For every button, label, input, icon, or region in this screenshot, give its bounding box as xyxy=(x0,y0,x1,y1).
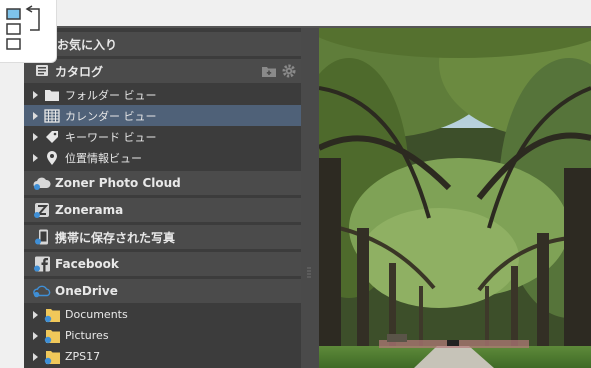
expand-arrow-icon[interactable] xyxy=(33,331,38,340)
onedrive-item-label: ZPS17 xyxy=(65,350,101,363)
onedrive-item-label: Documents xyxy=(65,308,128,321)
cloud-folder-icon xyxy=(43,306,61,324)
favorites-section[interactable]: お気に入り xyxy=(24,32,301,56)
panel-splitter[interactable] xyxy=(301,28,319,368)
layout-icon xyxy=(6,5,40,50)
location-pin-icon xyxy=(43,149,61,167)
facebook-section[interactable]: Facebook xyxy=(24,252,301,276)
onedrive-icon xyxy=(33,282,51,300)
catalog-icon xyxy=(33,62,51,80)
splitter-grip-icon[interactable] xyxy=(306,266,312,280)
expand-arrow-icon[interactable] xyxy=(33,132,38,141)
expand-arrow-icon[interactable] xyxy=(33,153,38,162)
catalog-item-folder-view[interactable]: フォルダー ビュー xyxy=(24,84,301,105)
facebook-label: Facebook xyxy=(55,257,119,271)
onedrive-item-zps17[interactable]: ZPS17 xyxy=(24,346,301,367)
onedrive-label: OneDrive xyxy=(55,284,118,298)
photo-preview[interactable] xyxy=(319,28,591,368)
favorites-label: お気に入り xyxy=(57,37,118,52)
catalog-item-calendar-view[interactable]: カレンダー ビュー xyxy=(24,105,301,126)
catalog-item-keyword-view[interactable]: キーワード ビュー xyxy=(24,126,301,147)
cloud-folder-icon xyxy=(43,348,61,366)
cloud-folder-icon xyxy=(43,327,61,345)
cloud-icon xyxy=(33,174,51,192)
expand-arrow-icon[interactable] xyxy=(33,352,38,361)
onedrive-section[interactable]: OneDrive xyxy=(24,279,301,303)
phone-icon xyxy=(33,228,51,246)
layout-toggle-button[interactable] xyxy=(0,0,57,63)
catalog-item-label: キーワード ビュー xyxy=(65,130,157,144)
catalog-item-location-view[interactable]: 位置情報ビュー xyxy=(24,147,301,168)
mobile-photos-label: 携帯に保存された写真 xyxy=(55,230,176,245)
oak-alley-photo xyxy=(319,28,591,368)
zonerama-label: Zonerama xyxy=(55,203,124,217)
catalog-item-label: フォルダー ビュー xyxy=(65,88,157,102)
expand-arrow-icon[interactable] xyxy=(33,111,38,120)
add-folder-icon[interactable] xyxy=(261,63,277,82)
onedrive-item-pictures[interactable]: Pictures xyxy=(24,325,301,346)
expand-arrow-icon[interactable] xyxy=(33,90,38,99)
calendar-icon xyxy=(43,107,61,125)
zonerama-icon xyxy=(33,201,51,219)
catalog-item-label: カレンダー ビュー xyxy=(65,109,157,123)
facebook-icon xyxy=(33,255,51,273)
zoner-photo-cloud-label: Zoner Photo Cloud xyxy=(55,176,181,190)
navigator-panel: お気に入り カタログ フォルダー ビュー カレンダー ビュー キーワード ビュー… xyxy=(24,28,301,368)
zoner-photo-cloud-section[interactable]: Zoner Photo Cloud xyxy=(24,171,301,195)
onedrive-item-label: Pictures xyxy=(65,329,109,342)
onedrive-item-documents[interactable]: Documents xyxy=(24,304,301,325)
expand-arrow-icon[interactable] xyxy=(33,310,38,319)
catalog-label: カタログ xyxy=(55,64,104,79)
catalog-section[interactable]: カタログ xyxy=(24,59,301,83)
catalog-item-label: 位置情報ビュー xyxy=(65,151,142,165)
top-bar xyxy=(0,0,591,26)
gear-icon[interactable] xyxy=(281,63,297,82)
tag-icon xyxy=(43,128,61,146)
folder-icon xyxy=(43,86,61,104)
mobile-photos-section[interactable]: 携帯に保存された写真 xyxy=(24,225,301,249)
zonerama-section[interactable]: Zonerama xyxy=(24,198,301,222)
